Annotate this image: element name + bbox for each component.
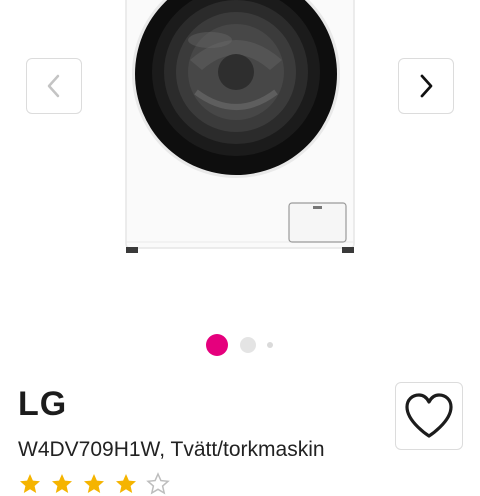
product-name: W4DV709H1W, Tvätt/torkmaskin xyxy=(18,438,325,461)
favorite-button[interactable] xyxy=(395,382,463,450)
chevron-right-icon xyxy=(420,74,433,98)
heart-outline-icon xyxy=(405,393,453,438)
star-icon xyxy=(20,474,40,493)
product-rating[interactable] xyxy=(18,472,170,495)
next-image-button[interactable] xyxy=(398,58,454,114)
previous-image-button[interactable] xyxy=(26,58,82,114)
star-icon xyxy=(146,472,170,495)
product-brand: LG xyxy=(18,385,68,423)
gallery-dot-active[interactable] xyxy=(206,334,228,356)
star-icon xyxy=(52,474,72,493)
chevron-left-icon xyxy=(47,74,60,98)
product-image-gallery xyxy=(0,0,480,330)
star-icon xyxy=(84,474,104,493)
gallery-pagination xyxy=(0,333,480,357)
washing-machine-image xyxy=(125,0,355,253)
gallery-dot[interactable] xyxy=(267,342,273,348)
star-icon xyxy=(116,474,136,493)
gallery-dot[interactable] xyxy=(240,337,256,353)
